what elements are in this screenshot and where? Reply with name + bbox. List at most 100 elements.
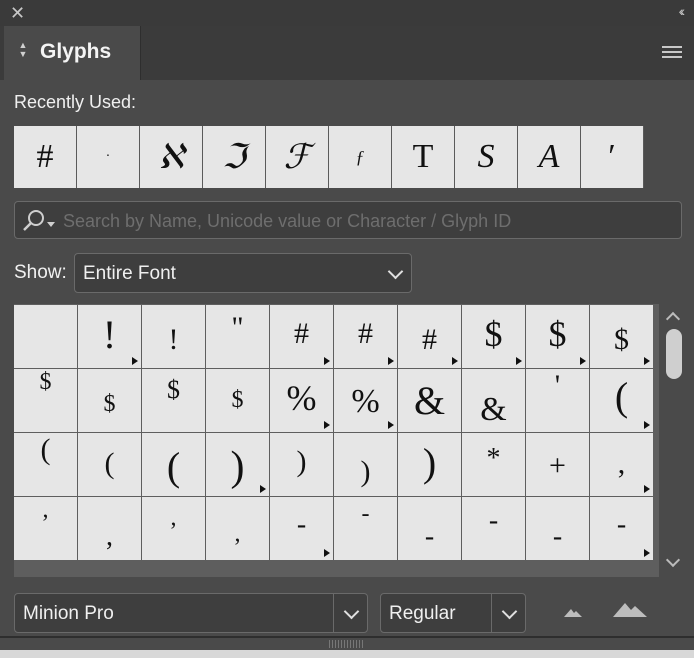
glyph-cell[interactable]: )	[270, 433, 333, 496]
glyph-cell[interactable]: ,	[78, 497, 141, 560]
glyph-grid: !! " # # # $ $ $ $ $ $ $%% & & '(((()))) * +,,,,, - - - - - -	[14, 304, 659, 577]
glyph-character: #	[294, 317, 309, 350]
glyph-cell[interactable]: (	[590, 369, 653, 432]
glyph-cell[interactable]: "	[206, 305, 269, 368]
glyph-cell[interactable]: %	[334, 369, 397, 432]
glyph-cell[interactable]: *	[462, 433, 525, 496]
glyph-character: -	[552, 521, 563, 552]
font-family-dropdown[interactable]: Minion Pro	[14, 593, 368, 633]
glyph-cell[interactable]: )	[398, 433, 461, 496]
alternates-indicator-icon[interactable]	[644, 485, 650, 493]
glyph-cell[interactable]: $	[526, 305, 589, 368]
close-icon[interactable]: ✕	[10, 3, 25, 23]
glyph-cell[interactable]: %	[270, 369, 333, 432]
collapse-panel-icon[interactable]: ‹‹	[679, 3, 686, 19]
glyph-cell[interactable]: -	[398, 497, 461, 560]
glyph-cell[interactable]: #	[398, 305, 461, 368]
recent-glyph[interactable]: ƒ	[329, 126, 392, 188]
zoom-in-glyphs-icon[interactable]	[611, 600, 649, 618]
glyph-character: )	[422, 440, 437, 485]
glyph-cell[interactable]: (	[142, 433, 205, 496]
glyph-character: (	[40, 433, 51, 466]
tab-glyphs[interactable]: ▲ ▼ Glyphs	[4, 26, 141, 80]
panel-tab-row: ▲ ▼ Glyphs	[0, 26, 694, 80]
glyph-cell[interactable]: -	[334, 497, 397, 560]
glyph-character: ,	[234, 521, 241, 547]
glyph-cell[interactable]: $	[462, 305, 525, 368]
dropdown-divider	[333, 594, 334, 632]
glyph-cell[interactable]: -	[270, 497, 333, 560]
glyph-cell[interactable]: )	[334, 433, 397, 496]
glyph-cell[interactable]: $	[590, 305, 653, 368]
recent-glyph[interactable]: #	[14, 126, 77, 188]
tab-title: Glyphs	[40, 40, 112, 63]
recent-glyph[interactable]: ℑ	[203, 126, 266, 188]
zoom-out-glyphs-icon[interactable]	[562, 606, 584, 618]
alternates-indicator-icon[interactable]	[260, 485, 266, 493]
recent-glyph[interactable]: ℵ	[140, 126, 203, 188]
glyph-cell[interactable]: &	[398, 369, 461, 432]
alternates-indicator-icon[interactable]	[644, 357, 650, 365]
glyph-cell[interactable]: ,	[14, 497, 77, 560]
glyph-character: $	[484, 314, 503, 354]
glyph-character: !	[102, 312, 117, 357]
glyph-cell[interactable]: $	[142, 369, 205, 432]
glyph-cell[interactable]: '	[526, 369, 589, 432]
glyph-cell[interactable]: )	[206, 433, 269, 496]
glyph-cell[interactable]: +	[526, 433, 589, 496]
glyph-cell[interactable]: ,	[142, 497, 205, 560]
glyph-cell[interactable]: (	[14, 433, 77, 496]
recent-glyph[interactable]: T	[392, 126, 455, 188]
glyph-cell[interactable]: -	[526, 497, 589, 560]
alternates-indicator-icon[interactable]	[516, 357, 522, 365]
scrollbar-thumb[interactable]	[666, 329, 682, 379]
alternates-indicator-icon[interactable]	[580, 357, 586, 365]
chevron-down-icon	[343, 603, 360, 620]
glyph-character: '	[554, 369, 561, 402]
glyph-cell[interactable]: &	[462, 369, 525, 432]
alternates-indicator-icon[interactable]	[132, 357, 138, 365]
alternates-indicator-icon[interactable]	[324, 549, 330, 557]
alternates-indicator-icon[interactable]	[644, 421, 650, 429]
glyph-grid-scrollbar[interactable]	[662, 304, 686, 577]
glyph-cell[interactable]	[14, 305, 77, 368]
recent-glyph[interactable]: ·	[77, 126, 140, 188]
show-dropdown[interactable]: Entire Font	[74, 253, 412, 293]
glyph-character: (	[166, 444, 181, 489]
glyph-cell[interactable]: ,	[590, 433, 653, 496]
alternates-indicator-icon[interactable]	[644, 549, 650, 557]
scroll-down-icon[interactable]	[665, 552, 681, 568]
alternates-indicator-icon[interactable]	[452, 357, 458, 365]
glyph-cell[interactable]: #	[270, 305, 333, 368]
search-input[interactable]	[61, 206, 675, 236]
search-icon[interactable]	[21, 209, 57, 233]
recent-glyph[interactable]: ′	[581, 126, 644, 188]
recent-glyph[interactable]: A	[518, 126, 581, 188]
glyph-cell[interactable]: !	[78, 305, 141, 368]
scroll-up-icon[interactable]	[665, 311, 681, 327]
glyph-cell[interactable]: $	[14, 369, 77, 432]
glyph-character: -	[616, 509, 627, 540]
glyph-cell[interactable]: $	[206, 369, 269, 432]
resize-grip-icon[interactable]	[329, 640, 365, 648]
alternates-indicator-icon[interactable]	[324, 421, 330, 429]
alternates-indicator-icon[interactable]	[388, 421, 394, 429]
glyph-cell[interactable]: $	[78, 369, 141, 432]
recent-glyph[interactable]: S	[455, 126, 518, 188]
tab-expand-icon[interactable]: ▲ ▼	[18, 41, 28, 63]
alternates-indicator-icon[interactable]	[324, 357, 330, 365]
alternates-indicator-icon[interactable]	[388, 357, 394, 365]
glyph-character: "	[231, 311, 244, 344]
recent-glyph[interactable]: ℱ	[266, 126, 329, 188]
glyph-cell[interactable]: -	[462, 497, 525, 560]
glyph-cell[interactable]: !	[142, 305, 205, 368]
glyph-character: $	[231, 387, 244, 413]
font-style-dropdown[interactable]: Regular	[380, 593, 526, 633]
glyph-cell[interactable]: (	[78, 433, 141, 496]
panel-menu-icon[interactable]	[662, 46, 682, 60]
glyph-cell[interactable]: ,	[206, 497, 269, 560]
glyph-cell[interactable]: #	[334, 305, 397, 368]
glyph-character: -	[488, 505, 499, 536]
glyph-character: $	[39, 369, 52, 395]
glyph-cell[interactable]: -	[590, 497, 653, 560]
